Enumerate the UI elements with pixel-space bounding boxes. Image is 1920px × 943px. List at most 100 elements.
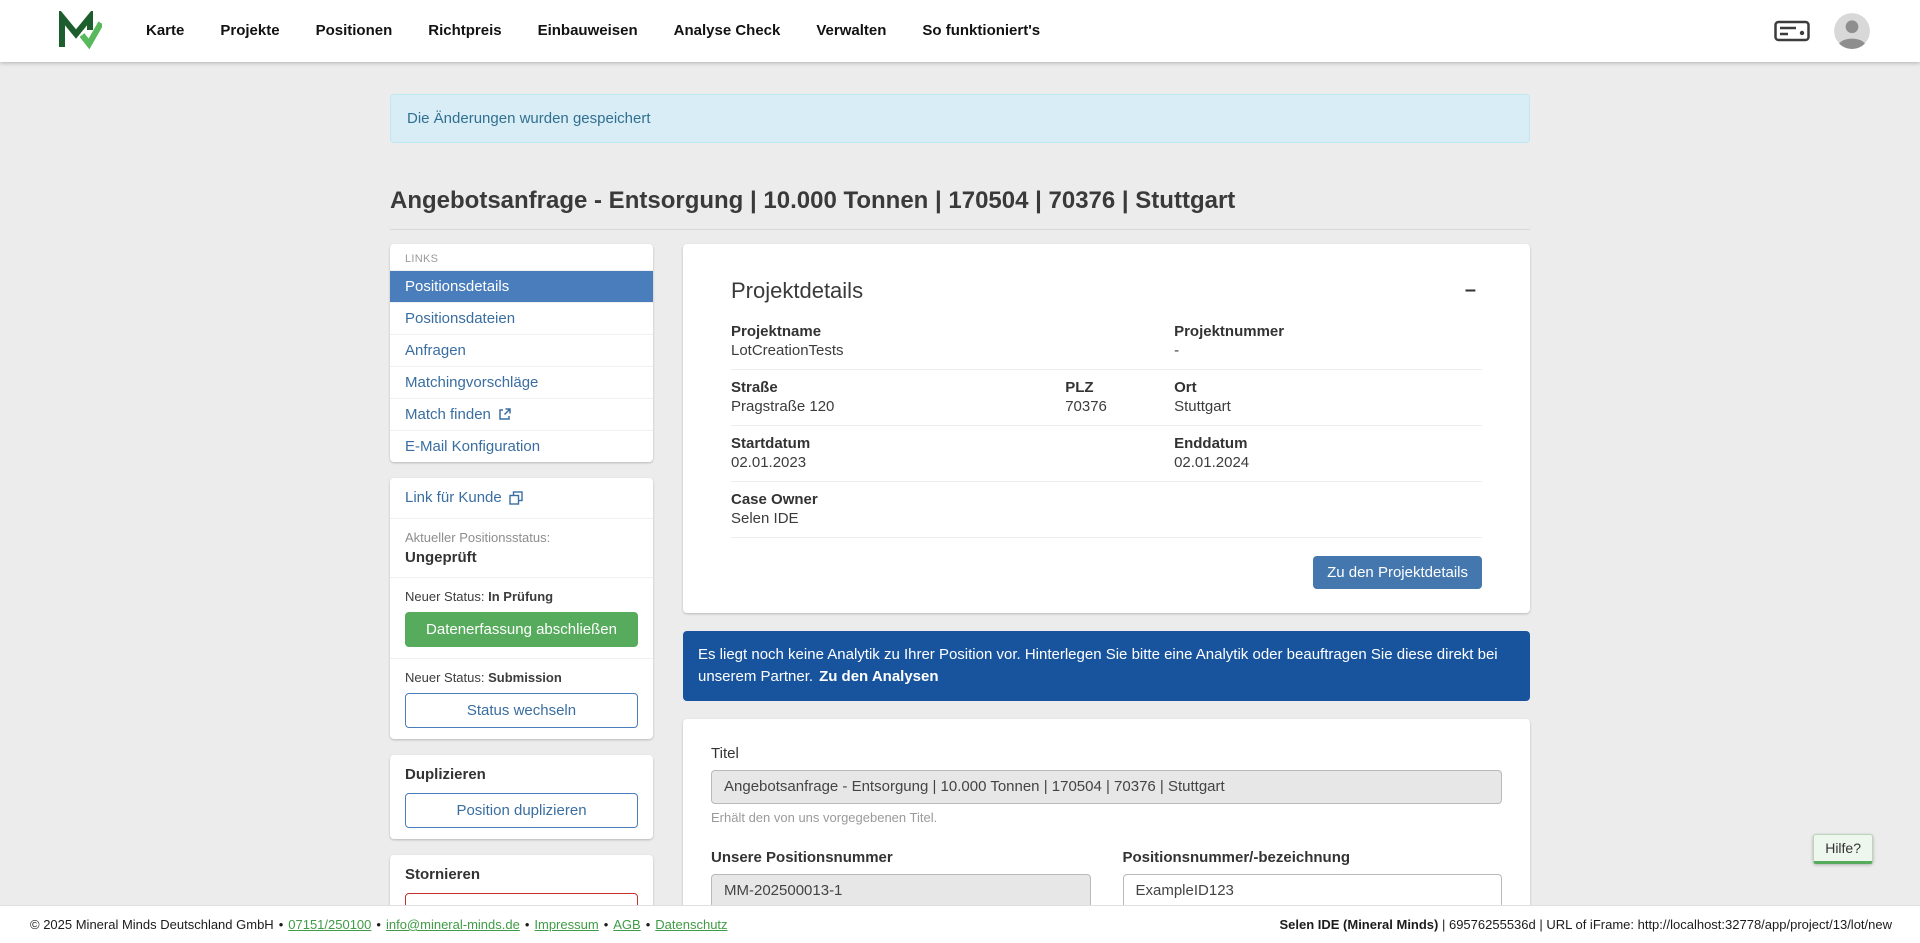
nav-item-karte[interactable]: Karte — [146, 22, 184, 39]
case-owner-label: Case Owner — [731, 491, 1065, 508]
new-status-line-2: Neuer Status: Submission — [405, 670, 638, 685]
customer-link[interactable]: Link für Kunde — [405, 489, 523, 506]
sidebar-links-card: LINKS Positionsdetails Positionsdateien … — [390, 244, 653, 462]
footer-separator: • — [646, 917, 651, 932]
project-details-title: Projektdetails — [731, 278, 863, 304]
project-row-3: Startdatum 02.01.2023 Enddatum 02.01.202… — [731, 426, 1482, 482]
strasse-label: Straße — [731, 379, 1065, 396]
ort-label: Ort — [1174, 379, 1482, 396]
customer-link-label: Link für Kunde — [405, 489, 502, 506]
top-navbar: Karte Projekte Positionen Richtpreis Ein… — [0, 0, 1920, 62]
status-card: Link für Kunde Aktueller Positionsstatus… — [390, 478, 653, 739]
extnr-input[interactable] — [1123, 874, 1503, 906]
enddatum-label: Enddatum — [1174, 435, 1482, 452]
saved-alert-text: Die Änderungen wurden gespeichert — [407, 110, 651, 127]
posnr-label: Unsere Positionsnummer — [711, 849, 1091, 866]
footer-copyright: © 2025 Mineral Minds Deutschland GmbH — [30, 917, 274, 932]
sidebar-item-matchingvorschlaege[interactable]: Matchingvorschläge — [390, 366, 653, 398]
sidebar-item-label: Anfragen — [405, 342, 466, 359]
footer: © 2025 Mineral Minds Deutschland GmbH • … — [0, 905, 1920, 943]
footer-impressum-link[interactable]: Impressum — [534, 917, 598, 932]
nav-item-verwalten[interactable]: Verwalten — [816, 22, 886, 39]
links-header: LINKS — [390, 244, 653, 270]
enddatum-value: 02.01.2024 — [1174, 454, 1482, 471]
switch-status-button[interactable]: Status wechseln — [405, 693, 638, 728]
finish-data-entry-button[interactable]: Datenerfassung abschließen — [405, 612, 638, 647]
nav-item-so-funktionierts[interactable]: So funktioniert's — [922, 22, 1040, 39]
project-details-card: Projektdetails – Projektname LotCreation… — [683, 244, 1530, 613]
sidebar-item-label: Matchingvorschläge — [405, 374, 538, 391]
sidebar-item-label: Match finden — [405, 406, 491, 423]
help-button[interactable]: Hilfe? — [1813, 834, 1873, 864]
new-status-value-2: Submission — [488, 670, 562, 685]
mineral-minds-logo-icon — [56, 11, 102, 51]
current-status-label: Aktueller Positionsstatus: — [405, 530, 638, 545]
card-terminal-icon[interactable] — [1774, 18, 1810, 44]
footer-user: Selen IDE (Mineral Minds) — [1279, 917, 1438, 932]
go-to-analyses-link[interactable]: Zu den Analysen — [819, 668, 938, 685]
projektname-label: Projektname — [731, 323, 1065, 340]
startdatum-label: Startdatum — [731, 435, 1065, 452]
go-to-project-details-button[interactable]: Zu den Projektdetails — [1313, 556, 1482, 589]
analytics-banner-text: Es liegt noch keine Analytik zu Ihrer Po… — [698, 646, 1498, 685]
projektnummer-value: - — [1174, 342, 1482, 359]
sidebar-item-label: Positionsdateien — [405, 310, 515, 327]
titel-help: Erhält den von uns vorgegebenen Titel. — [711, 810, 1502, 825]
person-icon — [1834, 13, 1870, 49]
sidebar-item-match-finden[interactable]: Match finden — [390, 398, 653, 430]
user-avatar[interactable] — [1834, 13, 1870, 49]
ort-value: Stuttgart — [1174, 398, 1482, 415]
cancel-header: Stornieren — [405, 866, 638, 883]
cancel-dropdown-button[interactable]: Stornieren ▾ — [405, 893, 638, 905]
sidebar-item-positionsdetails[interactable]: Positionsdetails — [390, 270, 653, 302]
footer-left: © 2025 Mineral Minds Deutschland GmbH • … — [30, 917, 728, 932]
duplicate-header: Duplizieren — [405, 766, 638, 783]
plz-label: PLZ — [1065, 379, 1174, 396]
sidebar-item-label: Positionsdetails — [405, 278, 509, 295]
footer-separator: • — [525, 917, 530, 932]
duplicate-position-button[interactable]: Position duplizieren — [405, 793, 638, 828]
duplicate-card: Duplizieren Position duplizieren — [390, 755, 653, 839]
sidebar-item-anfragen[interactable]: Anfragen — [390, 334, 653, 366]
current-status-value: Ungeprüft — [405, 549, 638, 566]
projektname-value: LotCreationTests — [731, 342, 1065, 359]
main-nav: Karte Projekte Positionen Richtpreis Ein… — [146, 22, 1040, 40]
nav-item-projekte[interactable]: Projekte — [220, 22, 279, 39]
new-status-line-1: Neuer Status: In Prüfung — [405, 589, 638, 604]
new-status-prefix: Neuer Status: — [405, 670, 488, 685]
footer-datenschutz-link[interactable]: Datenschutz — [655, 917, 727, 932]
plz-value: 70376 — [1065, 398, 1174, 415]
sidebar: LINKS Positionsdetails Positionsdateien … — [390, 244, 653, 905]
footer-email-link[interactable]: info@mineral-minds.de — [386, 917, 520, 932]
titel-label: Titel — [711, 745, 1502, 762]
startdatum-value: 02.01.2023 — [731, 454, 1065, 471]
copy-icon — [509, 491, 523, 505]
content-area: Die Änderungen wurden gespeichert Angebo… — [0, 62, 1920, 905]
sidebar-item-email-konfiguration[interactable]: E-Mail Konfiguration — [390, 430, 653, 462]
project-row-1: Projektname LotCreationTests Projektnumm… — [731, 314, 1482, 370]
new-status-prefix: Neuer Status: — [405, 589, 488, 604]
main-column: Projektdetails – Projektname LotCreation… — [683, 244, 1530, 905]
page-title: Angebotsanfrage - Entsorgung | 10.000 To… — [390, 187, 1530, 230]
project-row-4: Case Owner Selen IDE — [731, 482, 1482, 538]
footer-phone-link[interactable]: 07151/250100 — [288, 917, 371, 932]
case-owner-value: Selen IDE — [731, 510, 1065, 527]
footer-session-details: | 69576255536d | URL of iFrame: http://l… — [1438, 917, 1892, 932]
cancel-card: Stornieren Stornieren ▾ — [390, 855, 653, 905]
collapse-icon[interactable]: – — [1459, 278, 1482, 302]
nav-item-analyse-check[interactable]: Analyse Check — [674, 22, 781, 39]
titel-input — [711, 770, 1502, 804]
extnr-label: Positionsnummer/-bezeichnung — [1123, 849, 1503, 866]
sidebar-item-positionsdateien[interactable]: Positionsdateien — [390, 302, 653, 334]
footer-separator: • — [376, 917, 381, 932]
navbar-right — [1774, 13, 1870, 49]
nav-item-einbauweisen[interactable]: Einbauweisen — [538, 22, 638, 39]
strasse-value: Pragstraße 120 — [731, 398, 1065, 415]
footer-separator: • — [279, 917, 284, 932]
analytics-banner: Es liegt noch keine Analytik zu Ihrer Po… — [683, 631, 1530, 701]
nav-item-positionen[interactable]: Positionen — [316, 22, 393, 39]
brand-logo[interactable] — [56, 11, 102, 51]
new-status-value-1: In Prüfung — [488, 589, 553, 604]
nav-item-richtpreis[interactable]: Richtpreis — [428, 22, 501, 39]
footer-agb-link[interactable]: AGB — [613, 917, 640, 932]
